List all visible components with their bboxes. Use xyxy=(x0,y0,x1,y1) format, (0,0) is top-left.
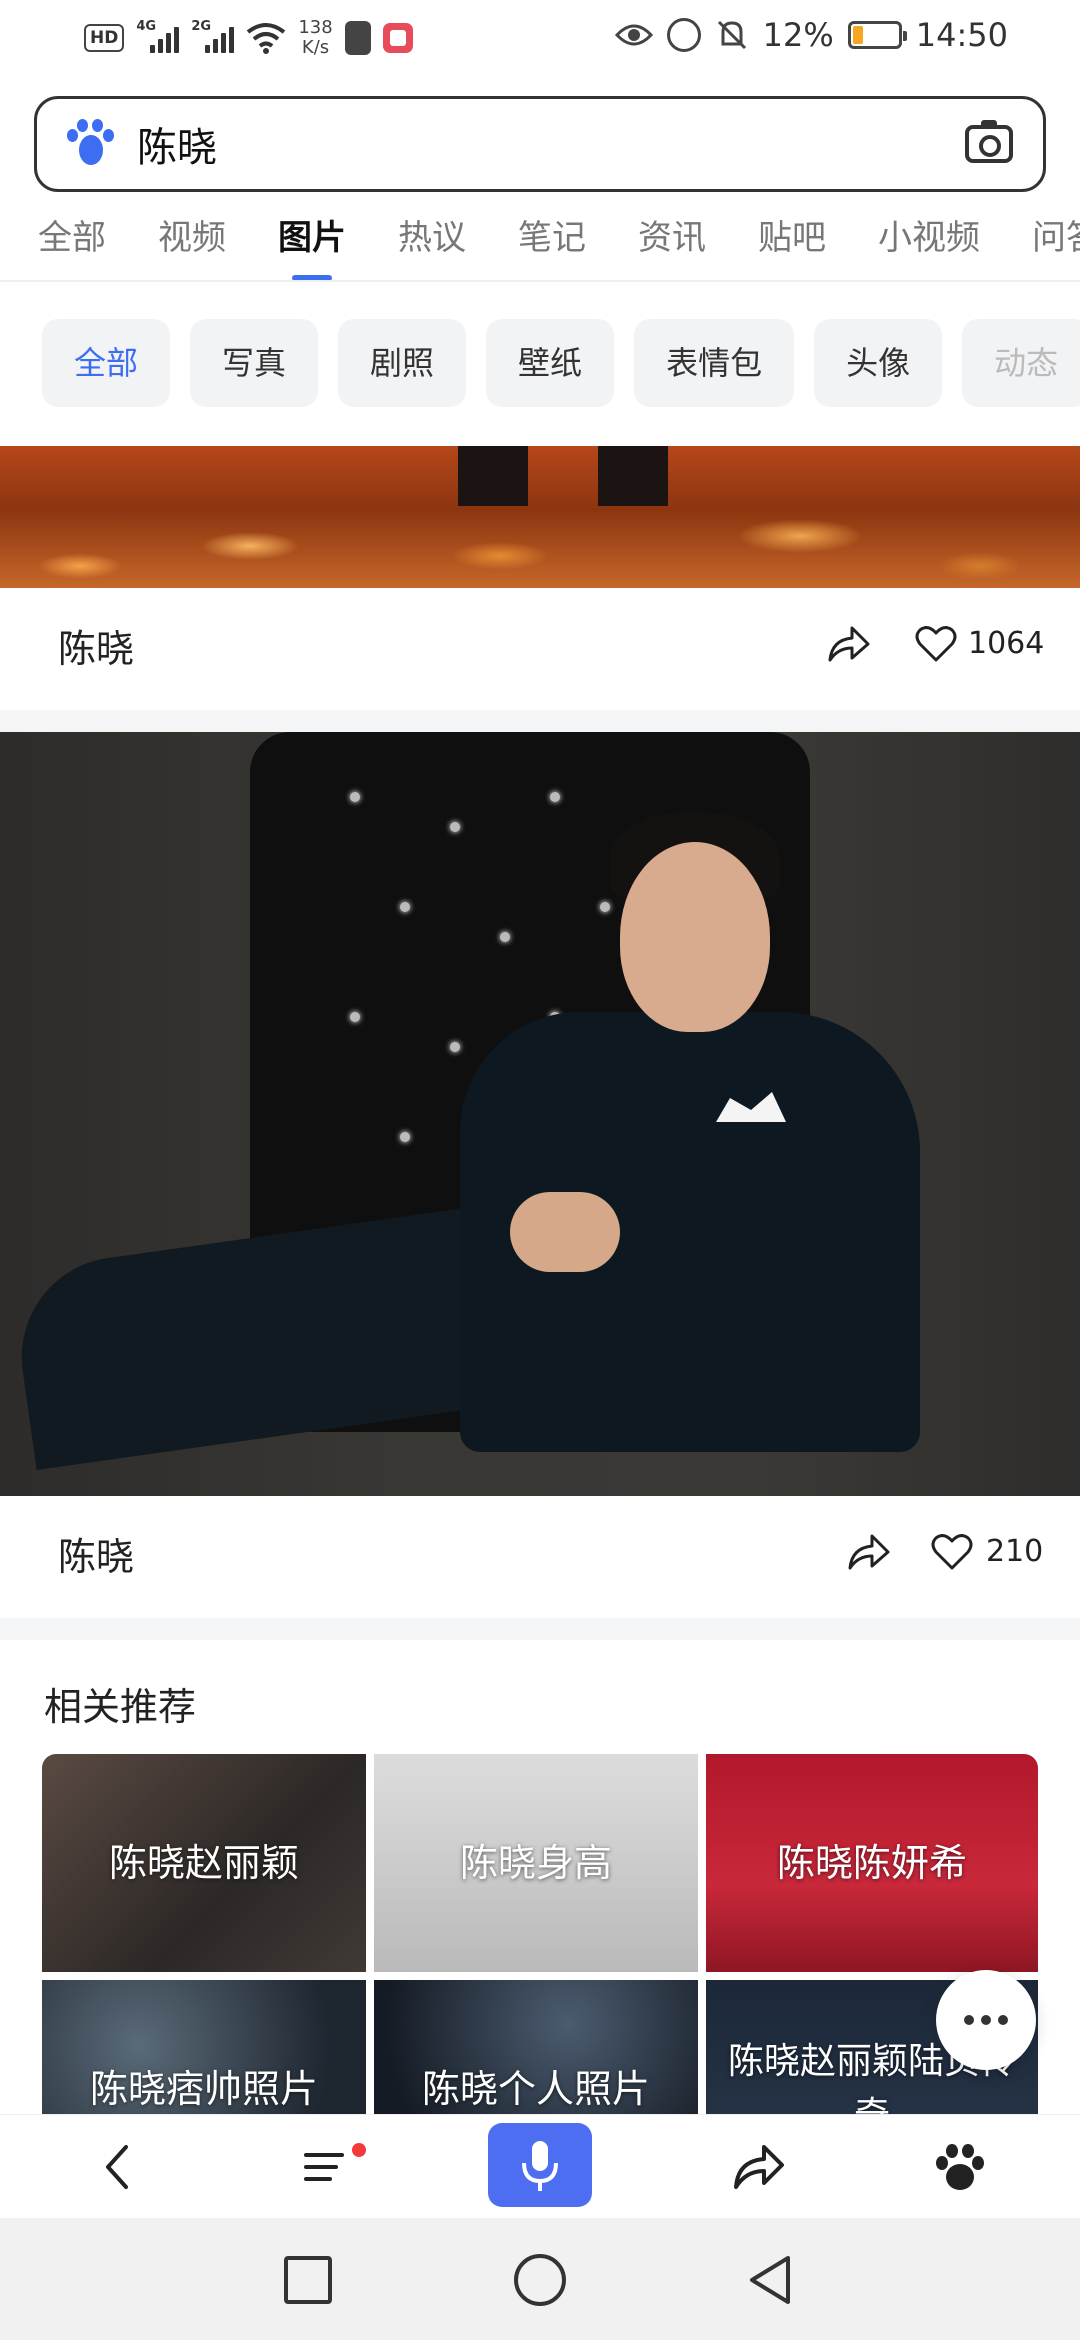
home-icon[interactable] xyxy=(512,2252,568,2308)
tab-short-video[interactable]: 小视频 xyxy=(878,206,980,280)
related-item-label: 陈晓赵丽颖 xyxy=(108,1841,299,1885)
result-image-1[interactable] xyxy=(0,446,1080,588)
related-item[interactable]: 陈晓陈妍希 xyxy=(706,1754,1038,1972)
result-caption-2: 陈晓 210 xyxy=(0,1496,1080,1608)
photo-detail xyxy=(598,446,668,506)
notification-dot xyxy=(352,2143,366,2157)
clock: 14:50 xyxy=(915,16,1008,54)
speed-unit: K/s xyxy=(301,37,330,58)
divider xyxy=(0,1618,1080,1640)
category-tabs: 全部 视频 图片 热议 笔记 资讯 贴吧 小视频 问答 xyxy=(0,206,1080,282)
tab-tieba[interactable]: 贴吧 xyxy=(758,206,826,280)
system-nav-bar xyxy=(0,2218,1080,2340)
network-type-2: 2G xyxy=(191,19,212,34)
network-speed: 138 K/s xyxy=(298,18,332,58)
related-title: 相关推荐 xyxy=(44,1685,197,1729)
related-item[interactable]: 陈晓赵丽颖 xyxy=(42,1754,366,1972)
signal-icon-2: 2G xyxy=(191,19,235,53)
photo-detail xyxy=(458,446,528,506)
filter-stickers[interactable]: 表情包 xyxy=(634,319,795,407)
related-item-label: 陈晓陈妍希 xyxy=(776,1841,967,1885)
battery-saver-icon xyxy=(344,21,371,55)
tab-qa[interactable]: 问答 xyxy=(1032,206,1080,280)
voice-search-button[interactable] xyxy=(488,2123,592,2207)
bottom-toolbar xyxy=(0,2114,1080,2218)
photo-detail xyxy=(620,842,770,1032)
share-icon[interactable] xyxy=(726,2135,790,2199)
camera-icon[interactable] xyxy=(965,120,1013,163)
microphone-icon xyxy=(522,2141,558,2191)
recent-apps-icon[interactable] xyxy=(282,2254,334,2306)
search-input[interactable]: 陈晓 xyxy=(137,115,965,173)
related-item-label: 陈晓个人照片 xyxy=(421,2067,650,2111)
system-back-icon[interactable] xyxy=(744,2252,796,2308)
filter-wallpaper[interactable]: 壁纸 xyxy=(486,319,615,407)
battery-icon xyxy=(847,21,907,49)
divider xyxy=(0,710,1080,732)
status-right: 12% 14:50 xyxy=(614,16,1008,54)
signal-icon: 4G xyxy=(136,19,180,53)
eye-icon xyxy=(614,24,653,46)
network-type-1: 4G xyxy=(136,19,157,34)
result-title[interactable]: 陈晓 xyxy=(58,618,134,673)
related-item-label: 陈晓痞帅照片 xyxy=(89,2067,318,2111)
search-bar[interactable]: 陈晓 xyxy=(34,96,1046,192)
mute-icon xyxy=(717,20,746,50)
tab-all[interactable]: 全部 xyxy=(38,206,106,280)
filter-stills[interactable]: 剧照 xyxy=(338,319,467,407)
like-count: 1064 xyxy=(968,626,1045,661)
filter-portrait[interactable]: 写真 xyxy=(190,319,319,407)
share-icon[interactable] xyxy=(826,624,870,664)
like-icon[interactable] xyxy=(914,622,958,666)
tab-images[interactable]: 图片 xyxy=(278,206,346,280)
menu-icon[interactable] xyxy=(292,2135,356,2199)
hd-badge: HD xyxy=(84,24,125,52)
tab-video[interactable]: 视频 xyxy=(158,206,226,280)
related-item[interactable]: 陈晓身高 xyxy=(374,1754,698,1972)
result-title[interactable]: 陈晓 xyxy=(58,1526,134,1581)
alarm-icon xyxy=(666,18,701,52)
wifi-icon xyxy=(247,23,286,54)
status-bar: HD 4G 2G 138 K/s 12% 14:50 xyxy=(0,0,1080,84)
tab-news[interactable]: 资讯 xyxy=(638,206,706,280)
tab-discussion[interactable]: 热议 xyxy=(398,206,466,280)
filter-avatar[interactable]: 头像 xyxy=(814,319,943,407)
battery-percent: 12% xyxy=(762,16,834,54)
result-caption-1: 陈晓 1064 xyxy=(0,588,1080,700)
app-notification-icon xyxy=(382,23,413,53)
baidu-home-icon[interactable] xyxy=(928,2135,992,2199)
like-icon[interactable] xyxy=(930,1530,974,1574)
status-left: HD 4G 2G 138 K/s xyxy=(84,18,413,58)
dot-icon xyxy=(981,2015,991,2025)
photo-detail xyxy=(510,1192,620,1272)
filter-animated[interactable]: 动态 xyxy=(962,319,1080,407)
related-recommendations: 相关推荐 陈晓赵丽颖 陈晓身高 陈晓陈妍希 陈晓痞帅照片 陈晓个人照片 陈晓赵丽… xyxy=(0,1640,1080,2198)
result-image-2[interactable] xyxy=(0,732,1080,1496)
share-icon[interactable] xyxy=(846,1532,890,1572)
speed-value: 138 xyxy=(298,17,333,38)
back-icon[interactable] xyxy=(86,2135,150,2199)
more-options-button[interactable] xyxy=(936,1970,1036,2070)
like-count: 210 xyxy=(986,1534,1044,1569)
image-filter-chips: 全部 写真 剧照 壁纸 表情包 头像 动态 xyxy=(0,282,1080,444)
baidu-paw-icon[interactable] xyxy=(65,119,115,169)
related-item-label: 陈晓身高 xyxy=(459,1841,612,1885)
filter-all[interactable]: 全部 xyxy=(42,319,171,407)
dot-icon xyxy=(964,2015,974,2025)
dot-icon xyxy=(998,2015,1008,2025)
tab-notes[interactable]: 笔记 xyxy=(518,206,586,280)
